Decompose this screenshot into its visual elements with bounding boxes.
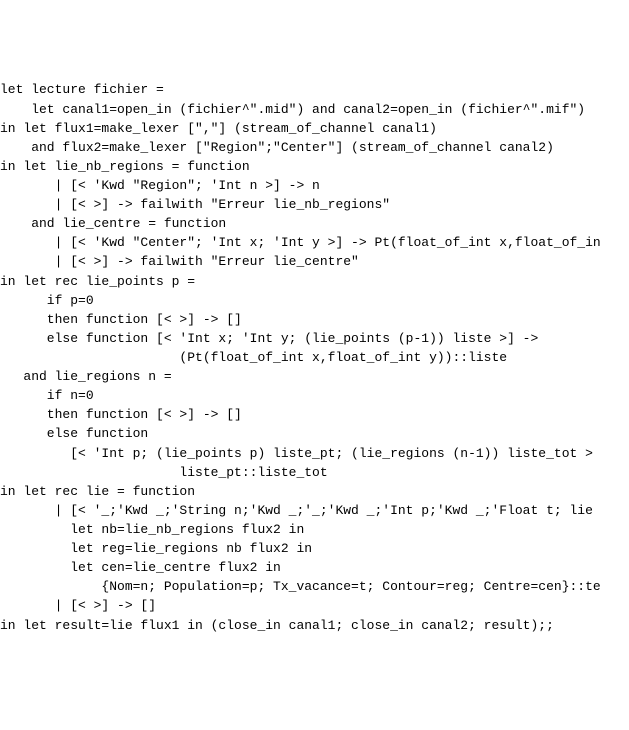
code-line: | [< '_;'Kwd _;'String n;'Kwd _;'_;'Kwd … <box>0 501 629 520</box>
code-line: in let rec lie_points p = <box>0 272 629 291</box>
code-line: [< 'Int p; (lie_points p) liste_pt; (lie… <box>0 444 629 463</box>
code-line: | [< >] -> failwith "Erreur lie_nb_regio… <box>0 195 629 214</box>
code-line: let nb=lie_nb_regions flux2 in <box>0 520 629 539</box>
code-line: let lecture fichier = <box>0 80 629 99</box>
code-line: {Nom=n; Population=p; Tx_vacance=t; Cont… <box>0 577 629 596</box>
code-line: | [< 'Kwd "Center"; 'Int x; 'Int y >] ->… <box>0 233 629 252</box>
code-line: in let result=lie flux1 in (close_in can… <box>0 616 629 635</box>
code-line: let canal1=open_in (fichier^".mid") and … <box>0 100 629 119</box>
code-line: in let rec lie = function <box>0 482 629 501</box>
code-line: let cen=lie_centre flux2 in <box>0 558 629 577</box>
code-line: if p=0 <box>0 291 629 310</box>
code-line: let reg=lie_regions nb flux2 in <box>0 539 629 558</box>
code-line: | [< >] -> [] <box>0 596 629 615</box>
code-line: else function [< 'Int x; 'Int y; (lie_po… <box>0 329 629 348</box>
code-line: and lie_centre = function <box>0 214 629 233</box>
code-block: let lecture fichier = let canal1=open_in… <box>0 76 629 634</box>
code-line: else function <box>0 424 629 443</box>
code-line: and flux2=make_lexer ["Region";"Center"]… <box>0 138 629 157</box>
code-line: | [< 'Kwd "Region"; 'Int n >] -> n <box>0 176 629 195</box>
code-line: in let lie_nb_regions = function <box>0 157 629 176</box>
code-line: then function [< >] -> [] <box>0 310 629 329</box>
code-line: (Pt(float_of_int x,float_of_int y))::lis… <box>0 348 629 367</box>
code-line: in let flux1=make_lexer [","] (stream_of… <box>0 119 629 138</box>
code-line: liste_pt::liste_tot <box>0 463 629 482</box>
code-line: then function [< >] -> [] <box>0 405 629 424</box>
code-line: | [< >] -> failwith "Erreur lie_centre" <box>0 252 629 271</box>
code-line: if n=0 <box>0 386 629 405</box>
code-line: and lie_regions n = <box>0 367 629 386</box>
